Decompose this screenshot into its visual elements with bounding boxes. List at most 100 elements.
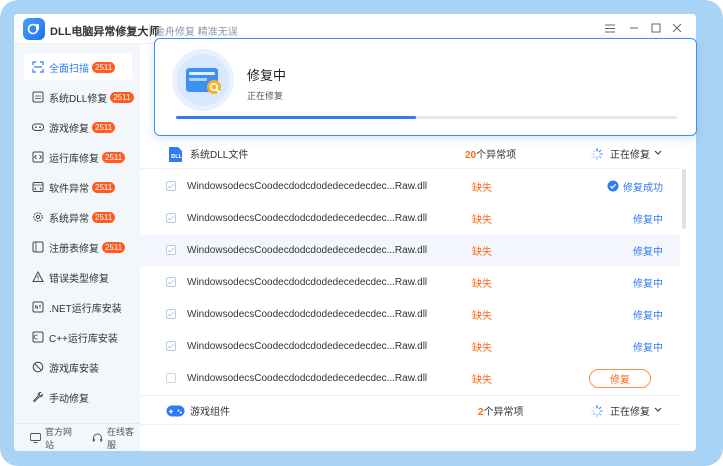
sidebar-item-label: 游戏库安装 [49, 363, 99, 375]
chevron-down-icon[interactable] [654, 407, 662, 413]
table-row[interactable]: WindowsodecsCoodecdodcdodedecedecdec...R… [140, 298, 680, 330]
sidebar-item-game-repair[interactable]: 游戏修复 2511 [24, 114, 132, 140]
table-row[interactable]: WindowsodecsCoodecdodcdodedecedecdec...R… [140, 234, 680, 266]
row-action-status: 修复中 [633, 342, 663, 354]
file-name: WindowsodecsCoodecdodcdodedecedecdec...R… [187, 340, 428, 352]
sidebar-item-error-type[interactable]: 错误类型修复 [24, 264, 132, 290]
issue-count-suffix: 个异常项 [476, 150, 517, 161]
warning-icon [32, 271, 44, 283]
monitor-icon [30, 432, 41, 443]
table-row[interactable]: WindowsodecsCoodecdodcdodedecedecdec...R… [140, 362, 680, 394]
group-status: 正在修复 [610, 150, 650, 161]
file-status: 缺失 [472, 310, 492, 322]
sidebar-item-software-error[interactable]: 软件异常 2511 [24, 174, 132, 200]
list-scrollbar[interactable] [682, 169, 686, 229]
count-badge: 2511 [92, 211, 116, 223]
row-checkbox[interactable] [166, 373, 176, 383]
close-icon[interactable] [670, 21, 684, 35]
dll-file-icon: DLL [167, 146, 184, 163]
file-status: 缺失 [472, 246, 492, 258]
repair-progress-fill [176, 116, 417, 119]
sidebar-item-cpp-install[interactable]: C++运行库安装 [24, 324, 132, 350]
file-status: 缺失 [472, 278, 492, 290]
count-badge: 2511 [92, 61, 116, 73]
game-lib-icon [32, 361, 44, 373]
app-title: DLL电脑异常修复大师 [50, 26, 160, 38]
online-support-link[interactable]: 在线客服 [92, 425, 140, 451]
sidebar-item-label: 软件异常 [49, 183, 89, 195]
repair-progress-popup: 修复中 正在修复 [154, 38, 697, 136]
file-status: 缺失 [472, 342, 492, 354]
repair-illustration-icon [172, 49, 234, 111]
row-checkbox[interactable] [166, 309, 176, 319]
menu-icon[interactable] [603, 21, 617, 35]
sidebar-item-manual-repair[interactable]: 手动修复 [24, 384, 132, 410]
headset-icon [92, 433, 103, 443]
file-status: 缺失 [472, 214, 492, 226]
runtime-icon [32, 151, 44, 163]
sidebar-footer: 官方网站 在线客服 [14, 423, 140, 451]
count-badge: 2511 [92, 181, 116, 193]
chevron-down-icon[interactable] [654, 150, 662, 156]
wrench-icon [32, 391, 44, 403]
software-icon [32, 181, 44, 193]
sidebar-item-runtime-repair[interactable]: 运行库修复 2511 [24, 144, 132, 170]
group-name: 游戏组件 [190, 406, 230, 418]
file-name: WindowsodecsCoodecdodcdodedecedecdec...R… [187, 212, 428, 224]
file-name: WindowsodecsCoodecdodcdodedecedecdec...R… [187, 244, 428, 256]
file-name: WindowsodecsCoodecdodcdodedecedecdec...R… [187, 180, 428, 192]
scan-icon [32, 61, 44, 73]
sidebar-item-label: 系统异常 [49, 213, 89, 225]
sidebar-item-label: 注册表修复 [49, 243, 99, 255]
row-checkbox[interactable] [166, 341, 176, 351]
row-checkbox[interactable] [166, 277, 176, 287]
gamepad-icon [166, 403, 185, 419]
sidebar-item-label: 手动修复 [49, 393, 89, 405]
file-status: 缺失 [472, 182, 492, 194]
official-website-link[interactable]: 官方网站 [30, 425, 78, 451]
sidebar-item-label: 游戏修复 [49, 123, 89, 135]
row-checkbox[interactable] [166, 245, 176, 255]
popup-title: 修复中 [247, 68, 287, 83]
dll-icon [32, 91, 44, 103]
table-row[interactable]: WindowsodecsCoodecdodcdodedecedecdec...R… [140, 202, 680, 234]
sidebar: 全面扫描 2511 系统DLL修复 2511 游戏修复 2511 运行库修复 2… [14, 44, 140, 451]
sidebar-item-system-dll[interactable]: 系统DLL修复 2511 [24, 84, 134, 110]
file-name: WindowsodecsCoodecdodcdodedecedecdec...R… [187, 308, 428, 320]
sidebar-item-system-error[interactable]: 系统异常 2511 [24, 204, 132, 230]
gamepad-icon [32, 121, 44, 133]
group-header-game-components[interactable]: 游戏组件 2个异常项 正在修复 [140, 395, 680, 425]
issue-count-suffix: 个异常项 [483, 406, 524, 418]
sidebar-item-label: 全面扫描 [49, 63, 89, 75]
loading-spinner-icon [591, 405, 603, 417]
sidebar-item-full-scan[interactable]: 全面扫描 2511 [24, 54, 132, 80]
cpp-icon [32, 331, 44, 343]
table-row[interactable]: WindowsodecsCoodecdodcdodedecedecdec...R… [140, 330, 680, 362]
file-name: WindowsodecsCoodecdodcdodedecedecdec...R… [187, 372, 428, 384]
count-badge: 2511 [92, 121, 116, 133]
repair-button[interactable]: 修复 [589, 368, 651, 388]
row-checkbox[interactable] [166, 213, 176, 223]
maximize-icon[interactable] [649, 21, 663, 35]
group-status: 正在修复 [610, 406, 650, 418]
minimize-icon[interactable] [627, 21, 641, 35]
group-header-system-dll[interactable]: DLL 系统DLL文件 20个异常项 正在修复 [140, 139, 680, 169]
sidebar-item-game-lib-install[interactable]: 游戏库安装 [24, 354, 132, 380]
group-name: 系统DLL文件 [190, 150, 249, 161]
sidebar-item-registry-repair[interactable]: 注册表修复 2511 [24, 234, 132, 260]
sidebar-item-net-install[interactable]: .NET运行库安装 [24, 294, 132, 320]
app-slogan: 金舟修复 精准无误 [149, 23, 238, 38]
count-badge: 2511 [102, 151, 126, 163]
count-badge: 2511 [110, 91, 134, 103]
app-logo-icon [23, 18, 45, 40]
group-issue-count: 2个异常项 [478, 403, 524, 418]
net-icon [32, 301, 44, 313]
sidebar-item-label: C++运行库安装 [49, 333, 118, 345]
loading-spinner-icon [591, 148, 603, 160]
table-row[interactable]: WindowsodecsCoodecdodcdodedecedecdec...R… [140, 170, 680, 202]
table-row[interactable]: WindowsodecsCoodecdodcdodedecedecdec...R… [140, 266, 680, 298]
row-checkbox[interactable] [166, 181, 176, 191]
group-issue-count: 20个异常项 [465, 146, 516, 161]
file-status: 缺失 [472, 374, 492, 386]
official-website-label: 官方网站 [45, 426, 73, 450]
